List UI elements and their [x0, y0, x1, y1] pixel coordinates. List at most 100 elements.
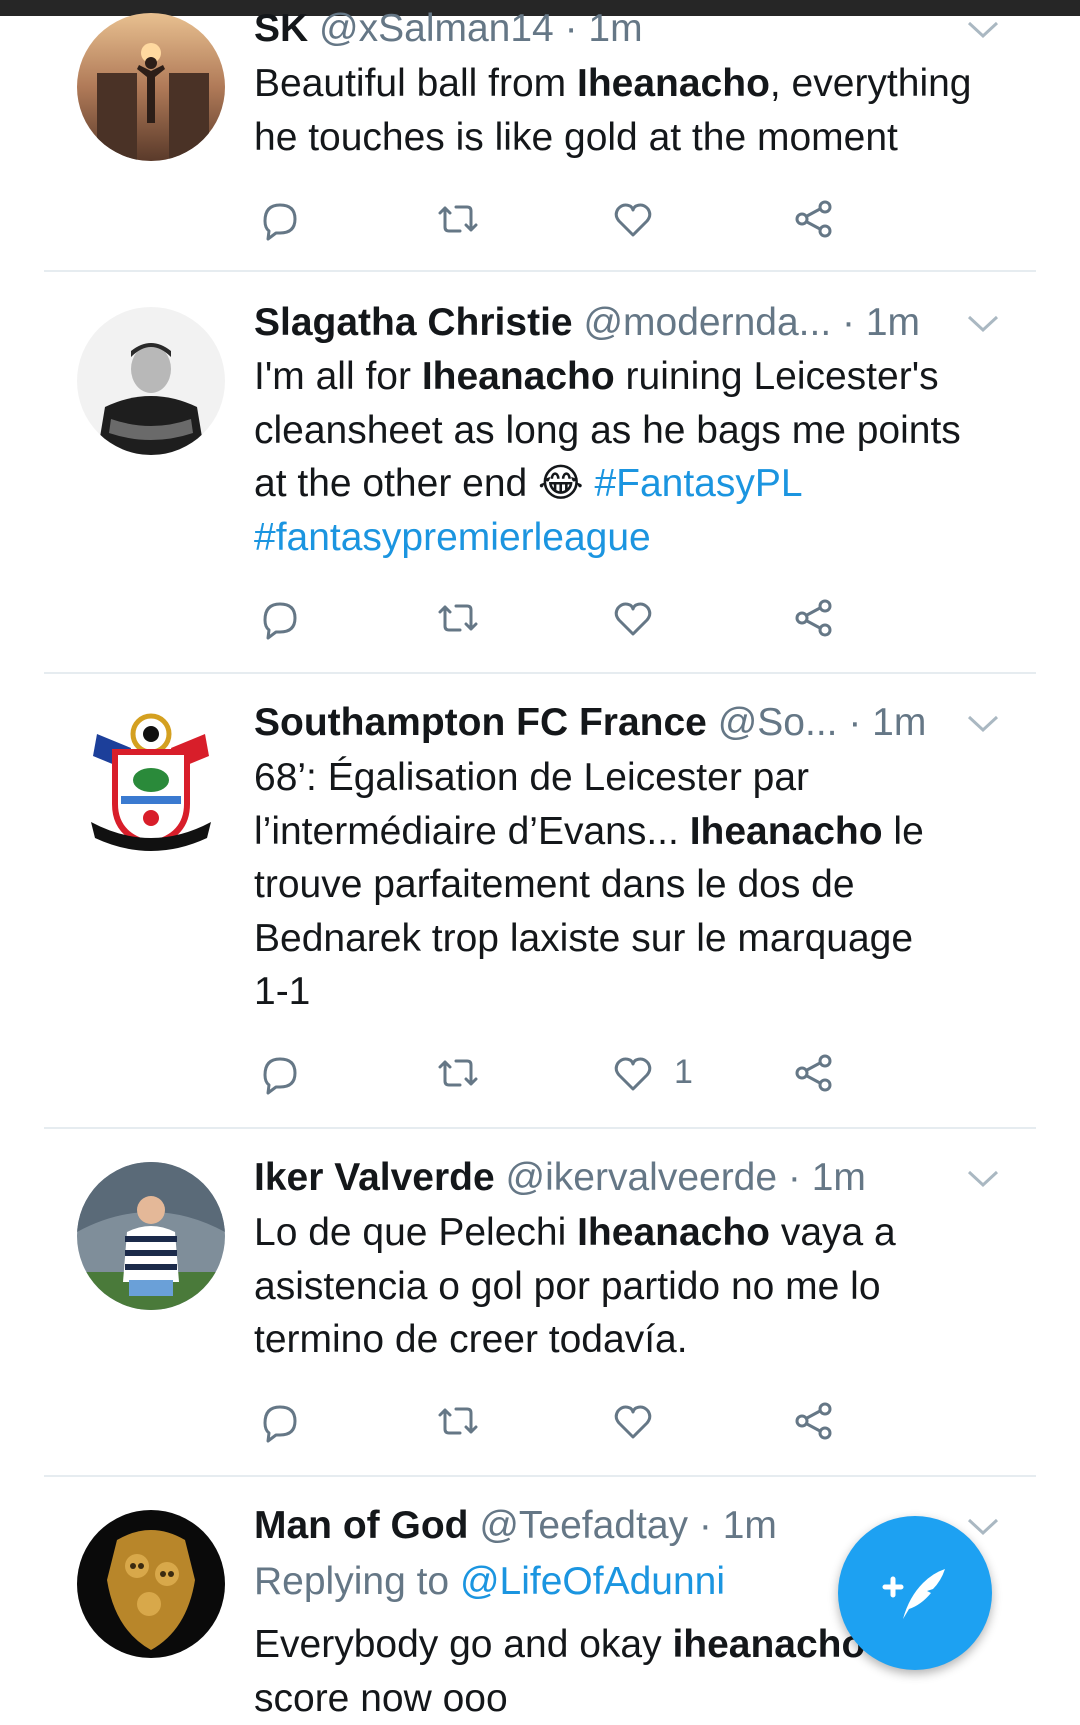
tweet-text-line: termino de creer todavía. — [254, 1313, 1014, 1367]
reply-icon — [254, 594, 300, 640]
retweet-button[interactable] — [432, 592, 478, 642]
avatar[interactable] — [77, 1162, 225, 1310]
share-button[interactable] — [790, 1047, 836, 1097]
share-icon — [790, 1049, 836, 1095]
replying-to-label: Replying to — [254, 1560, 460, 1603]
username-handle[interactable]: @So... — [718, 701, 838, 744]
highlighted-keyword: Iheanacho — [690, 810, 883, 853]
share-icon — [790, 1397, 836, 1443]
highlighted-keyword: Iheanacho — [577, 62, 770, 105]
like-button[interactable] — [610, 592, 674, 642]
timestamp[interactable]: · 1m — [842, 301, 920, 344]
text-segment: ruining Leicester's — [615, 355, 939, 398]
retweet-button[interactable] — [432, 193, 478, 243]
text-segment: vaya a — [770, 1211, 896, 1254]
highlighted-keyword: Iheanacho — [577, 1211, 770, 1254]
retweet-icon — [432, 1049, 478, 1095]
tweet-actions: 1 — [254, 1047, 954, 1097]
chevron-down-icon[interactable] — [966, 20, 1000, 40]
tweet-text-line: cleansheet as long as he bags me points — [254, 404, 1014, 458]
hashtag-link[interactable]: #FantasyPL — [594, 462, 802, 505]
display-name[interactable]: SK — [254, 7, 308, 50]
share-icon — [790, 195, 836, 241]
text-segment: Bednarek trop laxiste sur le marquage — [254, 917, 913, 960]
heart-icon — [610, 1049, 656, 1095]
reply-button[interactable] — [254, 1047, 300, 1097]
display-name[interactable]: Southampton FC France — [254, 701, 707, 744]
like-button[interactable]: 1 — [610, 1047, 693, 1097]
text-segment: 1-1 — [254, 970, 310, 1013]
tweet-header: Slagatha Christie @modernda... · 1m — [254, 298, 920, 348]
tweet-actions — [254, 193, 954, 243]
divider — [44, 1475, 1036, 1477]
timestamp[interactable]: · 1m — [788, 1156, 866, 1199]
timestamp[interactable]: · 1m — [699, 1504, 777, 1547]
reply-button[interactable] — [254, 193, 300, 243]
text-segment: Everybody go and okay — [254, 1623, 672, 1666]
tweet-text-line: at the other end 😂 #FantasyPL — [254, 457, 1014, 511]
retweet-button[interactable] — [432, 1047, 478, 1097]
text-segment: Beautiful ball from — [254, 62, 577, 105]
divider — [44, 1127, 1036, 1129]
like-count: 1 — [674, 1053, 693, 1092]
share-button[interactable] — [790, 592, 836, 642]
tweet-text-line: 68’: Égalisation de Leicester par — [254, 751, 1014, 805]
timestamp[interactable]: · 1m — [565, 7, 643, 50]
display-name[interactable]: Slagatha Christie — [254, 301, 573, 344]
retweet-icon — [432, 1397, 478, 1443]
username-handle[interactable]: @Teefadtay — [479, 1504, 688, 1547]
text-segment: Lo de que Pelechi — [254, 1211, 577, 1254]
tweet-text-line: Bednarek trop laxiste sur le marquage — [254, 912, 1014, 966]
text-segment: I'm all for — [254, 355, 422, 398]
avatar[interactable] — [77, 1510, 225, 1658]
compose-tweet-icon — [879, 1557, 951, 1629]
reply-icon — [254, 195, 300, 241]
username-handle[interactable]: @ikervalveerde — [506, 1156, 778, 1199]
tweet-text: I'm all for Iheanacho ruining Leicester'… — [254, 350, 1014, 564]
text-segment: asistencia o gol por partido no me lo — [254, 1265, 881, 1308]
reply-icon — [254, 1049, 300, 1095]
share-button[interactable] — [790, 193, 836, 243]
avatar[interactable] — [77, 307, 225, 455]
tweet-header: Iker Valverde @ikervalveerde · 1m — [254, 1153, 866, 1203]
highlighted-keyword: iheanacho — [672, 1623, 865, 1666]
text-segment: at the other end 😂 — [254, 462, 594, 505]
share-button[interactable] — [790, 1395, 836, 1445]
heart-icon — [610, 594, 656, 640]
divider — [44, 270, 1036, 272]
tweet-text-line: score now ooo — [254, 1672, 1014, 1725]
display-name[interactable]: Iker Valverde — [254, 1156, 495, 1199]
tweet-header: SK @xSalman14 · 1m — [254, 4, 643, 54]
tweet-text: 68’: Égalisation de Leicester parl’inter… — [254, 751, 1014, 1019]
tweet-text-line: l’intermédiaire d’Evans... Iheanacho le — [254, 805, 1014, 859]
like-button[interactable] — [610, 193, 674, 243]
retweet-button[interactable] — [432, 1395, 478, 1445]
tweet-actions — [254, 1395, 954, 1445]
retweet-icon — [432, 195, 478, 241]
display-name[interactable]: Man of God — [254, 1504, 468, 1547]
compose-tweet-button[interactable] — [838, 1516, 992, 1670]
reply-icon — [254, 1397, 300, 1443]
username-handle[interactable]: @xSalman14 — [319, 7, 554, 50]
tweet-text: Lo de que Pelechi Iheanacho vaya a asiste… — [254, 1206, 1014, 1367]
tweet-text-line: 1-1 — [254, 965, 1014, 1019]
tweet-text: Beautiful ball from Iheanacho, everythin… — [254, 57, 1014, 164]
reply-button[interactable] — [254, 592, 300, 642]
tweet-header: Southampton FC France @So... · 1m — [254, 698, 926, 748]
timestamp[interactable]: · 1m — [848, 701, 926, 744]
reply-button[interactable] — [254, 1395, 300, 1445]
chevron-down-icon[interactable] — [966, 1517, 1000, 1537]
replying-to-link[interactable]: @LifeOfAdunni — [460, 1560, 725, 1603]
share-icon — [790, 594, 836, 640]
username-handle[interactable]: @modernda... — [583, 301, 831, 344]
avatar[interactable] — [77, 13, 225, 161]
hashtag-link[interactable]: #fantasypremierleague — [254, 516, 651, 559]
text-segment: cleansheet as long as he bags me points — [254, 409, 961, 452]
like-button[interactable] — [610, 1395, 674, 1445]
avatar[interactable] — [77, 704, 225, 852]
chevron-down-icon[interactable] — [966, 714, 1000, 734]
highlighted-keyword: Iheanacho — [422, 355, 615, 398]
tweet-text-line: Beautiful ball from Iheanacho, everythin… — [254, 57, 1014, 111]
chevron-down-icon[interactable] — [966, 314, 1000, 334]
chevron-down-icon[interactable] — [966, 1169, 1000, 1189]
